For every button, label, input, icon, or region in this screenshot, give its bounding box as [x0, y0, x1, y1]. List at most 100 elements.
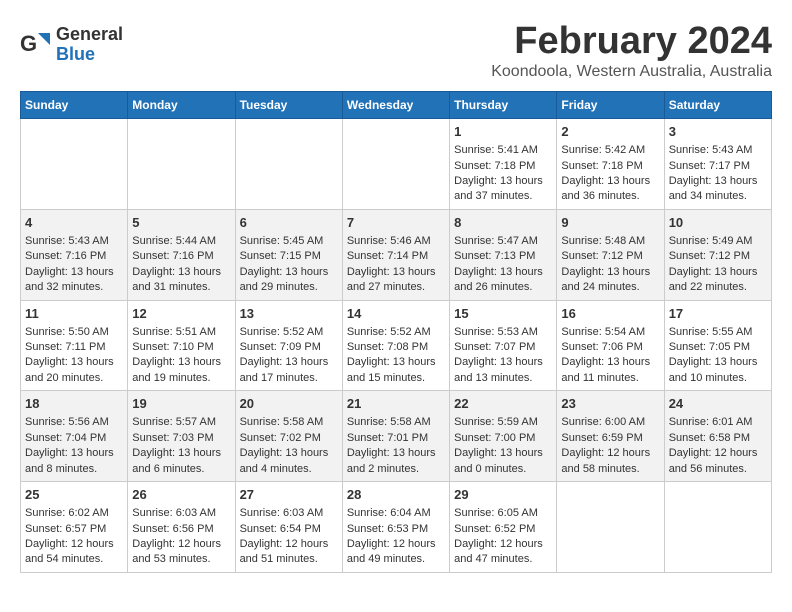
- day-number: 6: [240, 214, 338, 232]
- day-content: Daylight: 13 hours: [240, 355, 338, 370]
- day-content: Sunrise: 5:45 AM: [240, 234, 338, 249]
- day-content: Sunrise: 5:57 AM: [132, 415, 230, 430]
- calendar-cell: 8Sunrise: 5:47 AMSunset: 7:13 PMDaylight…: [450, 209, 557, 300]
- day-content: Daylight: 13 hours: [347, 446, 445, 461]
- day-number: 10: [669, 214, 767, 232]
- day-number: 13: [240, 305, 338, 323]
- day-number: 27: [240, 486, 338, 504]
- day-number: 11: [25, 305, 123, 323]
- day-content: Daylight: 13 hours: [669, 355, 767, 370]
- day-content: Sunrise: 5:52 AM: [240, 325, 338, 340]
- calendar-header: SundayMondayTuesdayWednesdayThursdayFrid…: [21, 92, 772, 119]
- day-content: Daylight: 13 hours: [454, 355, 552, 370]
- day-content: Sunset: 7:17 PM: [669, 159, 767, 174]
- calendar-cell: [21, 119, 128, 210]
- logo-general: General: [56, 24, 123, 44]
- day-content: and 10 minutes.: [669, 371, 767, 386]
- day-content: Sunset: 6:53 PM: [347, 522, 445, 537]
- day-number: 3: [669, 123, 767, 141]
- day-content: Sunset: 7:07 PM: [454, 340, 552, 355]
- day-content: Sunset: 7:14 PM: [347, 249, 445, 264]
- day-content: Sunrise: 5:42 AM: [561, 143, 659, 158]
- day-content: Daylight: 12 hours: [561, 446, 659, 461]
- day-content: and 56 minutes.: [669, 462, 767, 477]
- day-content: and 51 minutes.: [240, 552, 338, 567]
- day-content: Sunset: 7:12 PM: [561, 249, 659, 264]
- calendar-cell: 15Sunrise: 5:53 AMSunset: 7:07 PMDayligh…: [450, 300, 557, 391]
- day-number: 23: [561, 395, 659, 413]
- day-content: and 54 minutes.: [25, 552, 123, 567]
- day-content: Sunrise: 6:04 AM: [347, 506, 445, 521]
- day-content: Daylight: 13 hours: [669, 174, 767, 189]
- day-content: Sunset: 7:12 PM: [669, 249, 767, 264]
- calendar-cell: 25Sunrise: 6:02 AMSunset: 6:57 PMDayligh…: [21, 482, 128, 573]
- day-number: 1: [454, 123, 552, 141]
- weekday-header-tuesday: Tuesday: [235, 92, 342, 119]
- day-number: 17: [669, 305, 767, 323]
- day-content: Sunrise: 5:56 AM: [25, 415, 123, 430]
- day-content: and 53 minutes.: [132, 552, 230, 567]
- day-number: 8: [454, 214, 552, 232]
- day-number: 2: [561, 123, 659, 141]
- calendar-cell: 3 Sunrise: 5:43 AMSunset: 7:17 PMDaylight…: [664, 119, 771, 210]
- day-content: Sunset: 7:05 PM: [669, 340, 767, 355]
- day-content: and 13 minutes.: [454, 371, 552, 386]
- day-content: Sunset: 7:18 PM: [561, 159, 659, 174]
- day-content: and 34 minutes.: [669, 189, 767, 204]
- day-content: Sunrise: 5:47 AM: [454, 234, 552, 249]
- calendar-cell: 13 Sunrise: 5:52 AMSunset: 7:09 PMDayligh…: [235, 300, 342, 391]
- calendar-cell: 29Sunrise: 6:05 AMSunset: 6:52 PMDayligh…: [450, 482, 557, 573]
- day-content: and 17 minutes.: [240, 371, 338, 386]
- day-content: and 49 minutes.: [347, 552, 445, 567]
- calendar-cell: 4Sunrise: 5:43 AMSunset: 7:16 PMDaylight…: [21, 209, 128, 300]
- calendar-cell: 22Sunrise: 5:59 AMSunset: 7:00 PMDayligh…: [450, 391, 557, 482]
- day-number: 20: [240, 395, 338, 413]
- calendar-cell: 9Sunrise: 5:48 AMSunset: 7:12 PMDaylight…: [557, 209, 664, 300]
- day-content: Daylight: 12 hours: [669, 446, 767, 461]
- day-content: and 58 minutes.: [561, 462, 659, 477]
- day-content: Daylight: 13 hours: [454, 446, 552, 461]
- calendar-cell: [664, 482, 771, 573]
- day-content: Daylight: 13 hours: [25, 355, 123, 370]
- calendar-cell: 11Sunrise: 5:50 AMSunset: 7:11 PMDayligh…: [21, 300, 128, 391]
- calendar-cell: [128, 119, 235, 210]
- day-content: Sunset: 7:01 PM: [347, 431, 445, 446]
- page-header: G General Blue February 2024 Koondoola, …: [20, 20, 772, 91]
- logo-blue: Blue: [56, 44, 95, 64]
- week-row-0: 1Sunrise: 5:41 AMSunset: 7:18 PMDaylight…: [21, 119, 772, 210]
- day-number: 4: [25, 214, 123, 232]
- day-content: Sunset: 7:09 PM: [240, 340, 338, 355]
- day-content: and 29 minutes.: [240, 280, 338, 295]
- day-content: and 15 minutes.: [347, 371, 445, 386]
- day-content: Sunset: 7:04 PM: [25, 431, 123, 446]
- header-right: February 2024 Koondoola, Western Austral…: [20, 20, 772, 81]
- calendar-cell: 14Sunrise: 5:52 AMSunset: 7:08 PMDayligh…: [342, 300, 449, 391]
- week-row-1: 4Sunrise: 5:43 AMSunset: 7:16 PMDaylight…: [21, 209, 772, 300]
- day-content: Sunset: 6:56 PM: [132, 522, 230, 537]
- day-content: Sunset: 7:18 PM: [454, 159, 552, 174]
- day-content: Sunrise: 5:43 AM: [669, 143, 767, 158]
- day-content: and 37 minutes.: [454, 189, 552, 204]
- day-number: 12: [132, 305, 230, 323]
- calendar-cell: [342, 119, 449, 210]
- weekday-header-thursday: Thursday: [450, 92, 557, 119]
- day-content: Daylight: 13 hours: [347, 355, 445, 370]
- day-content: Daylight: 13 hours: [454, 265, 552, 280]
- day-content: Sunset: 7:03 PM: [132, 431, 230, 446]
- day-content: and 19 minutes.: [132, 371, 230, 386]
- calendar-cell: 18Sunrise: 5:56 AMSunset: 7:04 PMDayligh…: [21, 391, 128, 482]
- day-content: and 32 minutes.: [25, 280, 123, 295]
- day-content: Sunset: 7:02 PM: [240, 431, 338, 446]
- calendar-cell: [557, 482, 664, 573]
- day-content: and 20 minutes.: [25, 371, 123, 386]
- day-number: 29: [454, 486, 552, 504]
- day-number: 22: [454, 395, 552, 413]
- weekday-header-wednesday: Wednesday: [342, 92, 449, 119]
- calendar-cell: 21Sunrise: 5:58 AMSunset: 7:01 PMDayligh…: [342, 391, 449, 482]
- day-content: Sunset: 7:16 PM: [25, 249, 123, 264]
- day-content: Daylight: 13 hours: [25, 265, 123, 280]
- day-content: and 22 minutes.: [669, 280, 767, 295]
- calendar-cell: 24Sunrise: 6:01 AMSunset: 6:58 PMDayligh…: [664, 391, 771, 482]
- day-content: Daylight: 13 hours: [347, 265, 445, 280]
- calendar-cell: 16Sunrise: 5:54 AMSunset: 7:06 PMDayligh…: [557, 300, 664, 391]
